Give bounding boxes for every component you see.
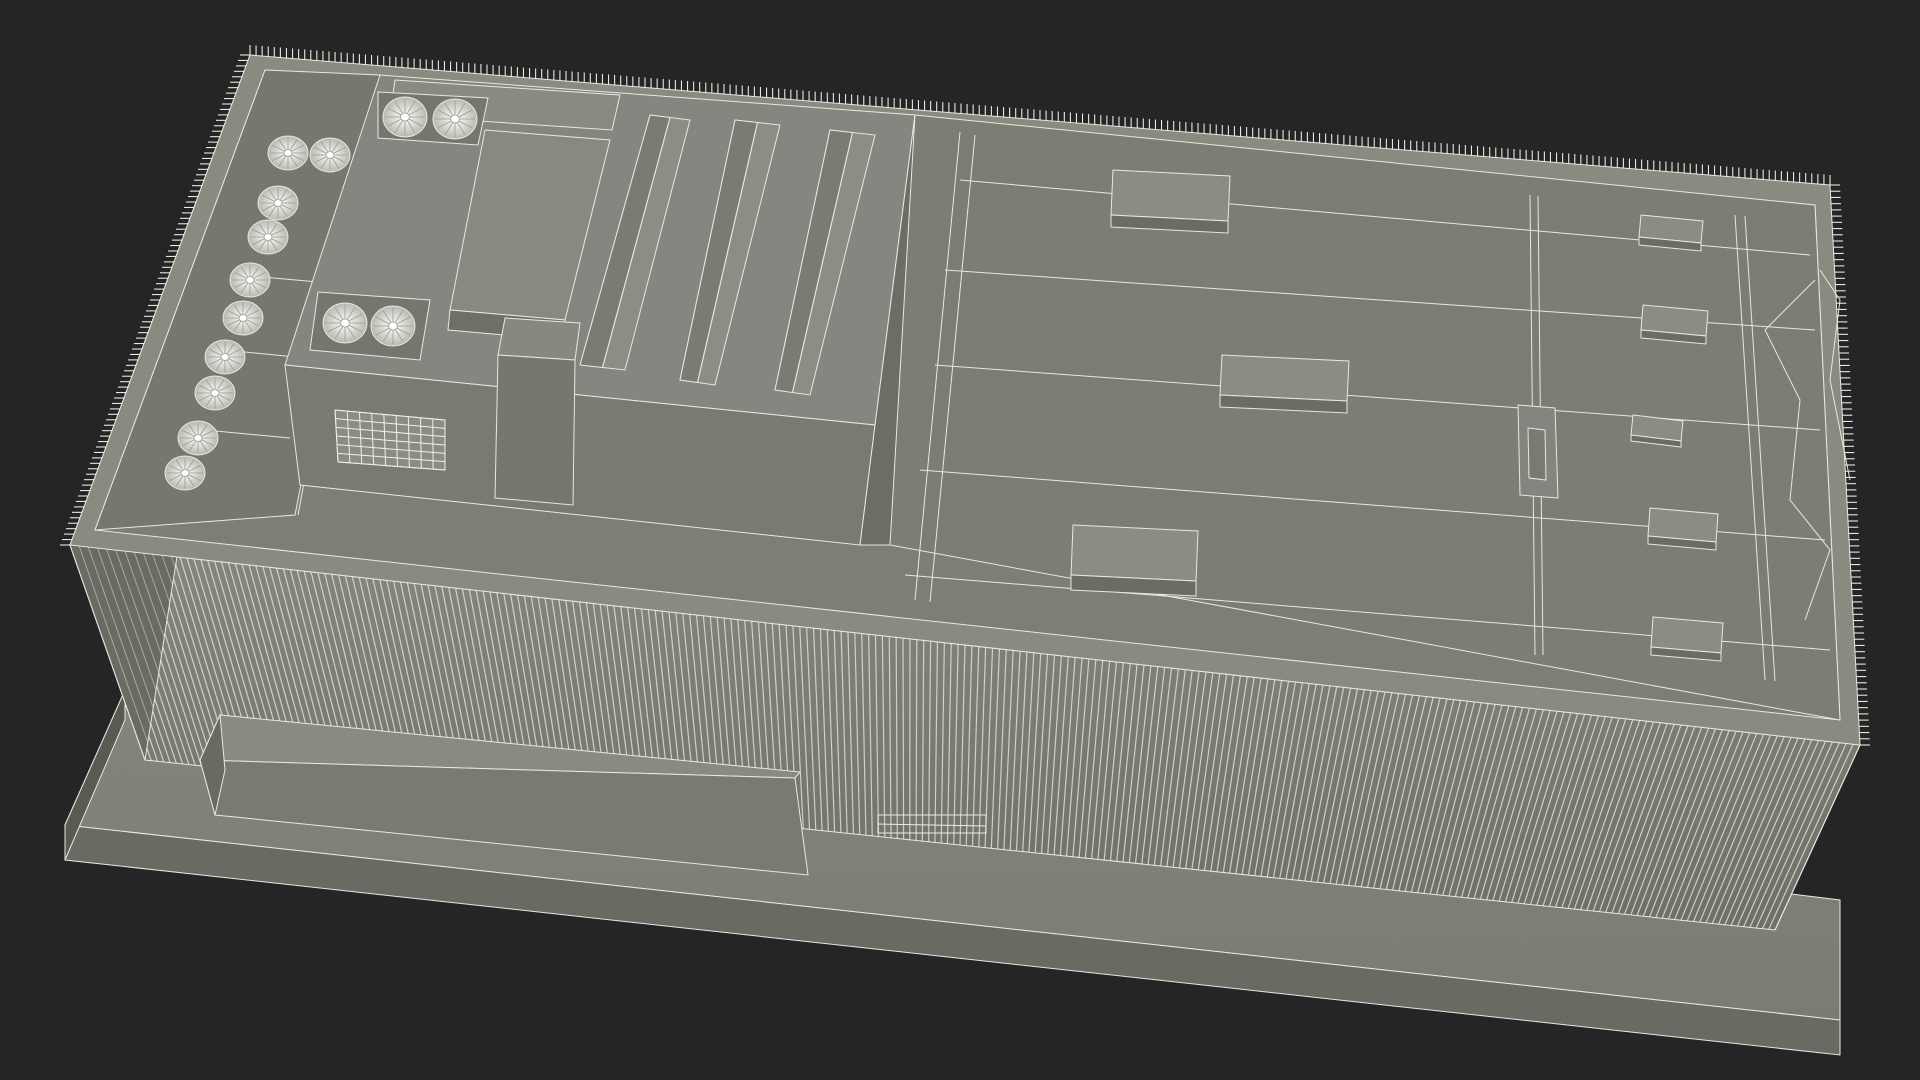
fan-icon: [164, 455, 206, 491]
block-top: [1070, 524, 1199, 582]
fan-icon: [204, 339, 246, 375]
fan-icon: [267, 135, 309, 171]
fan-hub: [340, 318, 350, 328]
fan-hub: [450, 114, 460, 124]
block-top: [1219, 354, 1350, 402]
louver-grille: [334, 409, 446, 471]
fan-icon: [322, 302, 368, 344]
small-box-front: [494, 354, 576, 506]
roof-block: [1219, 354, 1350, 414]
roof-block: [1070, 524, 1199, 597]
fan-icon: [177, 420, 219, 456]
fan-hub: [180, 469, 190, 477]
fan-icon: [432, 98, 478, 140]
roof-vent: [1650, 616, 1724, 662]
roof-vent: [1630, 414, 1684, 448]
fan-icon: [257, 185, 299, 221]
facade-fin: [902, 638, 905, 840]
fan-hub: [193, 434, 203, 442]
fan-icon: [309, 137, 351, 173]
fan-hub: [238, 314, 248, 322]
fan-icon: [194, 375, 236, 411]
roof-vent: [1640, 304, 1709, 345]
fan-hub: [245, 276, 255, 284]
fan-icon: [382, 96, 428, 138]
roof-hatch: [1517, 404, 1559, 499]
fan-hub: [263, 233, 273, 241]
fan-hub: [220, 353, 230, 361]
block-top: [1110, 169, 1231, 222]
roof-block: [1110, 169, 1231, 234]
render-viewport: [0, 0, 1920, 1080]
roof-vent: [1638, 214, 1704, 252]
fan-icon: [247, 219, 289, 255]
fan-hub: [325, 151, 335, 159]
small-box-top: [497, 317, 581, 361]
fan-icon: [222, 300, 264, 336]
fan-hub: [210, 389, 220, 397]
fan-hub: [273, 199, 283, 207]
fan-icon: [229, 262, 271, 298]
fan-hub: [283, 149, 293, 157]
fan-hub: [388, 321, 398, 331]
fan-icon: [370, 305, 416, 347]
fan-hub: [400, 112, 410, 122]
roof-vent: [1647, 507, 1719, 551]
facade-fin: [915, 639, 918, 841]
